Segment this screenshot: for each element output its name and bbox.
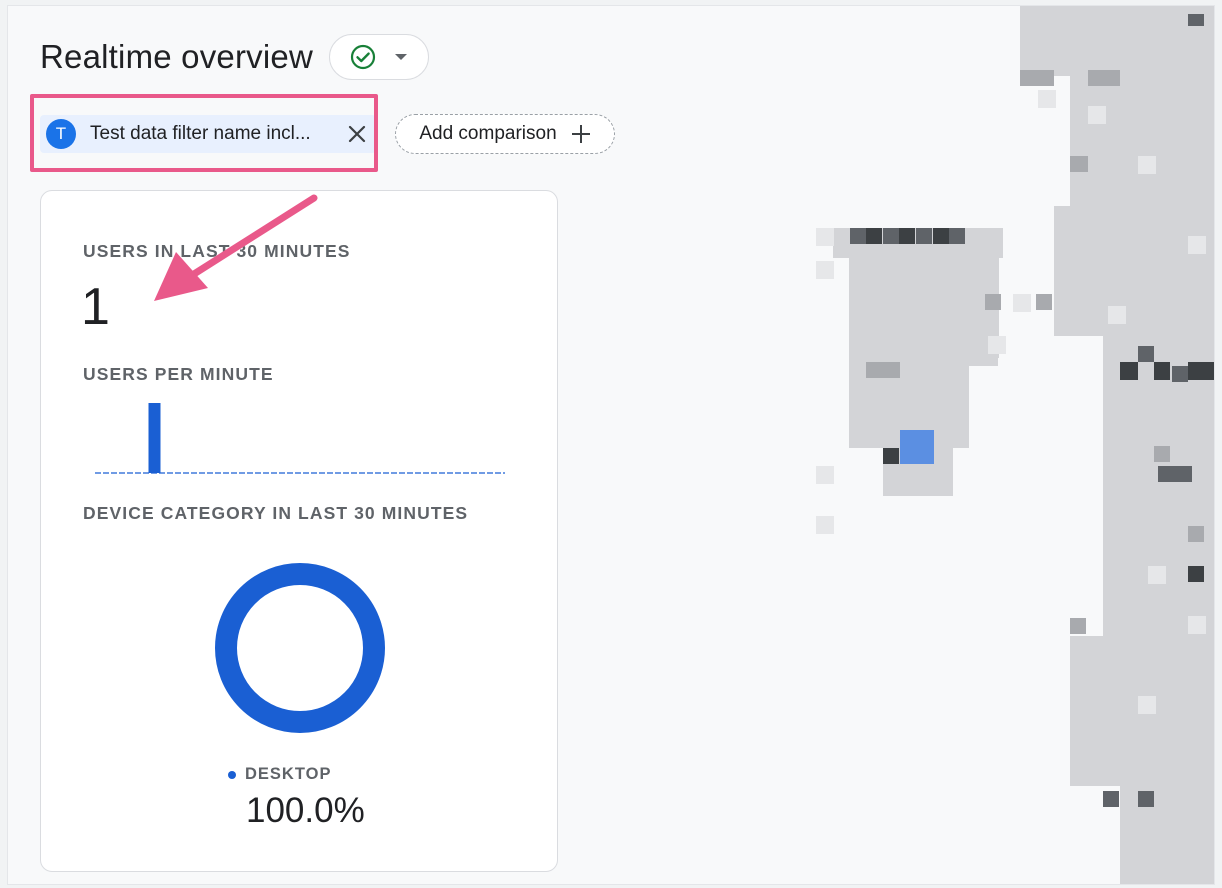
title-row: Realtime overview bbox=[40, 32, 429, 82]
users-per-minute-label: USERS PER MINUTE bbox=[83, 364, 274, 384]
check-circle-icon bbox=[350, 44, 376, 70]
realtime-page: Realtime overview T Test data filter nam… bbox=[8, 6, 1214, 884]
legend-label: DESKTOP bbox=[245, 765, 332, 783]
legend-dot bbox=[228, 770, 236, 779]
realtime-card: USERS IN LAST 30 MINUTES 1 USERS PER MIN… bbox=[40, 190, 558, 872]
donut-slice bbox=[215, 563, 385, 733]
users-value: 1 bbox=[81, 278, 110, 336]
status-dropdown-button[interactable] bbox=[329, 34, 429, 80]
chart-legend: DESKTOP bbox=[228, 765, 331, 784]
add-comparison-button[interactable]: Add comparison bbox=[395, 114, 615, 154]
device-category-label: DEVICE CATEGORY IN LAST 30 MINUTES bbox=[83, 503, 469, 523]
chart-bar bbox=[148, 403, 161, 473]
add-comparison-label: Add comparison bbox=[419, 123, 557, 144]
device-category-chart bbox=[215, 563, 385, 733]
legend-value: 100.0% bbox=[246, 791, 365, 830]
users-metric-label: USERS IN LAST 30 MINUTES bbox=[83, 241, 351, 261]
page-title: Realtime overview bbox=[40, 38, 313, 75]
plus-icon bbox=[571, 125, 590, 143]
users-per-minute-chart bbox=[95, 403, 505, 474]
caret-down-icon bbox=[394, 52, 408, 62]
annotation-highlight-box bbox=[30, 94, 378, 172]
